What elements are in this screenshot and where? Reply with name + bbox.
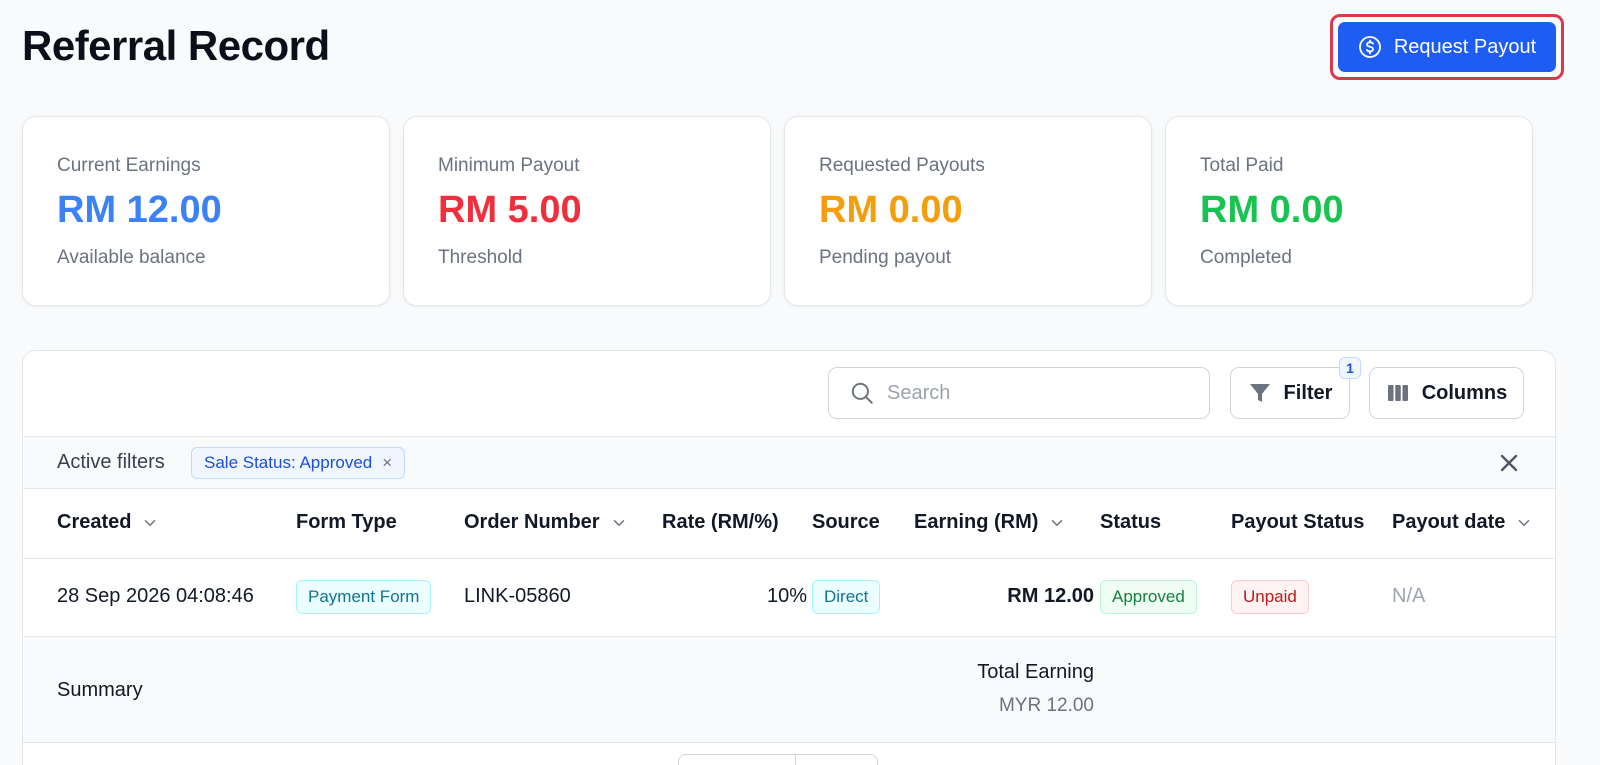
column-header-payout-date[interactable]: Payout date xyxy=(1392,511,1533,534)
summary-label: Summary xyxy=(57,679,143,701)
column-label: Order Number xyxy=(464,511,600,533)
column-header-source[interactable]: Source xyxy=(812,511,880,534)
card-subtext: Available balance xyxy=(57,247,206,268)
column-label: Form Type xyxy=(296,511,397,533)
table-header: Created Form Type Order Number Rate (RM/… xyxy=(23,489,1555,559)
cell-created: 28 Sep 2026 04:08:46 xyxy=(57,585,254,607)
form-type-badge: Payment Form xyxy=(296,580,432,614)
filter-chip-text: Sale Status: Approved xyxy=(204,453,373,472)
column-label: Payout date xyxy=(1392,511,1506,533)
chevron-down-icon xyxy=(145,519,156,526)
referral-table-panel: Filter 1 Columns Active filters Sale Sta… xyxy=(22,350,1556,765)
table-summary: Summary Total Earning MYR 12.00 xyxy=(23,637,1555,743)
card-value: RM 5.00 xyxy=(438,189,582,231)
column-header-payout-status[interactable]: Payout Status xyxy=(1231,511,1364,534)
chevron-down-icon xyxy=(1519,519,1530,526)
search-box[interactable] xyxy=(828,367,1210,419)
column-header-order-number[interactable]: Order Number xyxy=(464,511,628,534)
column-header-earning[interactable]: Earning (RM) xyxy=(914,511,1066,534)
column-header-created[interactable]: Created xyxy=(57,511,159,534)
table-row[interactable]: 28 Sep 2026 04:08:46 Payment Form LINK-0… xyxy=(23,559,1555,637)
card-label: Current Earnings xyxy=(57,155,201,176)
columns-button[interactable]: Columns xyxy=(1369,367,1524,419)
card-label: Requested Payouts xyxy=(819,155,985,176)
card-current-earnings: Current Earnings RM 12.00 Available bala… xyxy=(22,116,390,306)
filter-chip: Sale Status: Approved × xyxy=(191,447,406,479)
card-subtext: Threshold xyxy=(438,247,523,268)
column-header-status[interactable]: Status xyxy=(1100,511,1161,534)
chevron-down-icon xyxy=(613,519,624,526)
card-subtext: Completed xyxy=(1200,247,1292,268)
filter-button[interactable]: Filter xyxy=(1230,367,1350,419)
card-total-paid: Total Paid RM 0.00 Completed xyxy=(1165,116,1533,306)
chevron-down-icon xyxy=(1052,519,1063,526)
cell-rate: 10% xyxy=(766,585,807,607)
table-toolbar: Filter 1 Columns xyxy=(23,351,1555,437)
cell-payout-date: N/A xyxy=(1392,585,1426,607)
search-input[interactable] xyxy=(887,381,1187,405)
card-minimum-payout: Minimum Payout RM 5.00 Threshold xyxy=(403,116,771,306)
column-label: Status xyxy=(1100,511,1162,533)
active-filters-label: Active filters xyxy=(57,451,165,473)
funnel-icon xyxy=(1249,384,1270,402)
column-label: Payout Status xyxy=(1231,511,1365,533)
active-filters-bar: Active filters Sale Status: Approved × xyxy=(23,437,1555,489)
card-value: RM 12.00 xyxy=(57,189,222,231)
columns-label: Columns xyxy=(1421,381,1508,404)
column-label: Created xyxy=(57,511,132,533)
request-payout-label: Request Payout xyxy=(1393,35,1537,58)
search-icon xyxy=(851,382,873,404)
total-earning-label: Total Earning xyxy=(977,661,1094,683)
status-badge: Approved xyxy=(1100,580,1197,614)
page-title: Referral Record xyxy=(22,22,330,69)
columns-icon xyxy=(1387,385,1408,401)
cell-earning: RM 12.00 xyxy=(1007,585,1094,607)
card-value: RM 0.00 xyxy=(819,189,963,231)
pagination-divider xyxy=(795,755,796,765)
pagination-control[interactable] xyxy=(678,754,878,765)
source-badge: Direct xyxy=(812,580,881,614)
card-requested-payouts: Requested Payouts RM 0.00 Pending payout xyxy=(784,116,1152,306)
card-value: RM 0.00 xyxy=(1200,189,1344,231)
card-label: Minimum Payout xyxy=(438,155,580,176)
column-header-rate[interactable]: Rate (RM/%) xyxy=(662,511,779,534)
filter-chip-remove-button[interactable]: × xyxy=(382,453,392,473)
clear-filters-icon[interactable] xyxy=(1495,449,1523,477)
total-earning-value: MYR 12.00 xyxy=(998,695,1094,716)
payout-status-badge: Unpaid xyxy=(1231,580,1309,614)
filter-label: Filter xyxy=(1283,381,1333,404)
column-label: Earning (RM) xyxy=(914,511,1039,533)
column-header-form-type[interactable]: Form Type xyxy=(296,511,397,534)
card-subtext: Pending payout xyxy=(819,247,952,268)
column-label: Source xyxy=(812,511,880,533)
filter-count-badge: 1 xyxy=(1339,357,1361,379)
card-label: Total Paid xyxy=(1200,155,1284,176)
request-payout-button[interactable]: Request Payout xyxy=(1338,22,1556,72)
column-label: Rate (RM/%) xyxy=(662,511,779,533)
dollar-circle-icon xyxy=(1358,36,1381,58)
cell-order-number: LINK-05860 xyxy=(464,585,571,607)
